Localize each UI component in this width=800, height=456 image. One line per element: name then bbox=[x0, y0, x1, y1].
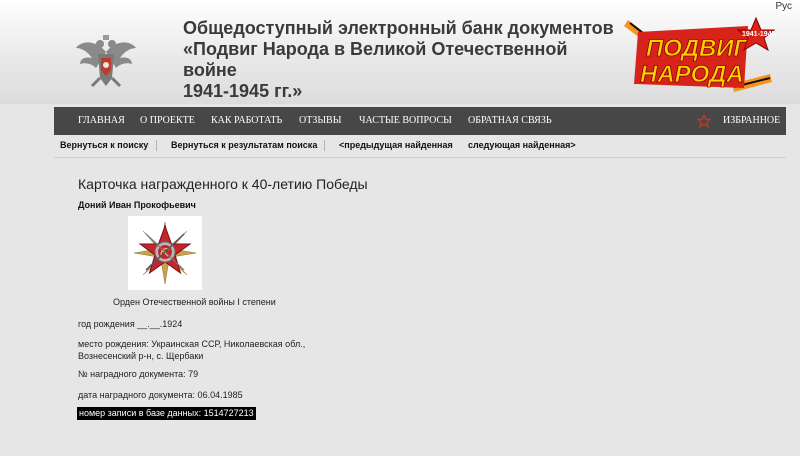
separator bbox=[156, 140, 157, 151]
nav-item-home[interactable]: ГЛАВНАЯ bbox=[78, 107, 125, 135]
nav-item-how-to[interactable]: КАК РАБОТАТЬ bbox=[211, 107, 282, 135]
site-title: Общедоступный электронный банк документо… bbox=[183, 18, 623, 102]
main-nav: ГЛАВНАЯ О ПРОЕКТЕ КАК РАБОТАТЬ ОТЗЫВЫ ЧА… bbox=[54, 107, 786, 135]
language-switch[interactable]: Рус bbox=[775, 1, 792, 12]
podvig-naroda-logo[interactable]: ПОДВИГ НАРОДА 1941-1945 bbox=[620, 14, 780, 96]
birth-place-line: Вознесенский р-н, с. Щербаки bbox=[78, 351, 204, 361]
logo-text: ПОДВИГ bbox=[646, 35, 750, 62]
medal-caption: Орден Отечественной войны I степени bbox=[113, 297, 276, 307]
nav-item-faq[interactable]: ЧАСТЫЕ ВОПРОСЫ bbox=[359, 107, 452, 135]
back-to-search-link[interactable]: Вернуться к поиску bbox=[60, 135, 148, 156]
logo-years: 1941-1945 bbox=[742, 31, 776, 38]
back-to-results-link[interactable]: Вернуться к результатам поиска bbox=[171, 135, 317, 156]
order-patriotic-war-icon bbox=[133, 221, 197, 285]
separator bbox=[324, 140, 325, 151]
site-title-line: Общедоступный электронный банк документо… bbox=[183, 18, 614, 38]
prev-found-link[interactable]: <предыдущая найденная bbox=[339, 135, 453, 156]
nav-item-feedback[interactable]: ОБРАТНАЯ СВЯЗЬ bbox=[468, 107, 552, 135]
star-icon[interactable] bbox=[697, 114, 711, 128]
birth-place: место рождения: Украинская ССР, Николаев… bbox=[78, 338, 305, 362]
card-title: Карточка награжденного к 40-летию Победы bbox=[78, 176, 368, 192]
medal-image[interactable] bbox=[128, 216, 202, 290]
person-name: Доний Иван Прокофьевич bbox=[78, 200, 196, 210]
nav-item-about[interactable]: О ПРОЕКТЕ bbox=[140, 107, 195, 135]
site-header: Рус Общедоступный электронный банк докум… bbox=[0, 0, 800, 104]
eagle-emblem-icon bbox=[76, 35, 136, 88]
nav-item-favorites[interactable]: ИЗБРАННОЕ bbox=[723, 107, 780, 135]
birth-place-line: место рождения: Украинская ССР, Николаев… bbox=[78, 339, 306, 349]
record-number: номер записи в базе данных: 1514727213 bbox=[77, 407, 256, 420]
award-document-date: дата наградного документа: 06.04.1985 bbox=[78, 390, 243, 400]
search-navigation: Вернуться к поиску Вернуться к результат… bbox=[54, 135, 786, 158]
site-title-line: «Подвиг Народа в Великой Отечественной в… bbox=[183, 39, 568, 80]
logo-text: НАРОДА bbox=[640, 61, 744, 88]
site-title-line: 1941-1945 гг.» bbox=[183, 81, 303, 101]
nav-item-reviews[interactable]: ОТЗЫВЫ bbox=[299, 107, 341, 135]
award-document-number: № наградного документа: 79 bbox=[78, 369, 199, 379]
birth-date: год рождения __.__.1924 bbox=[78, 319, 183, 329]
next-found-link[interactable]: следующая найденная> bbox=[468, 135, 576, 156]
